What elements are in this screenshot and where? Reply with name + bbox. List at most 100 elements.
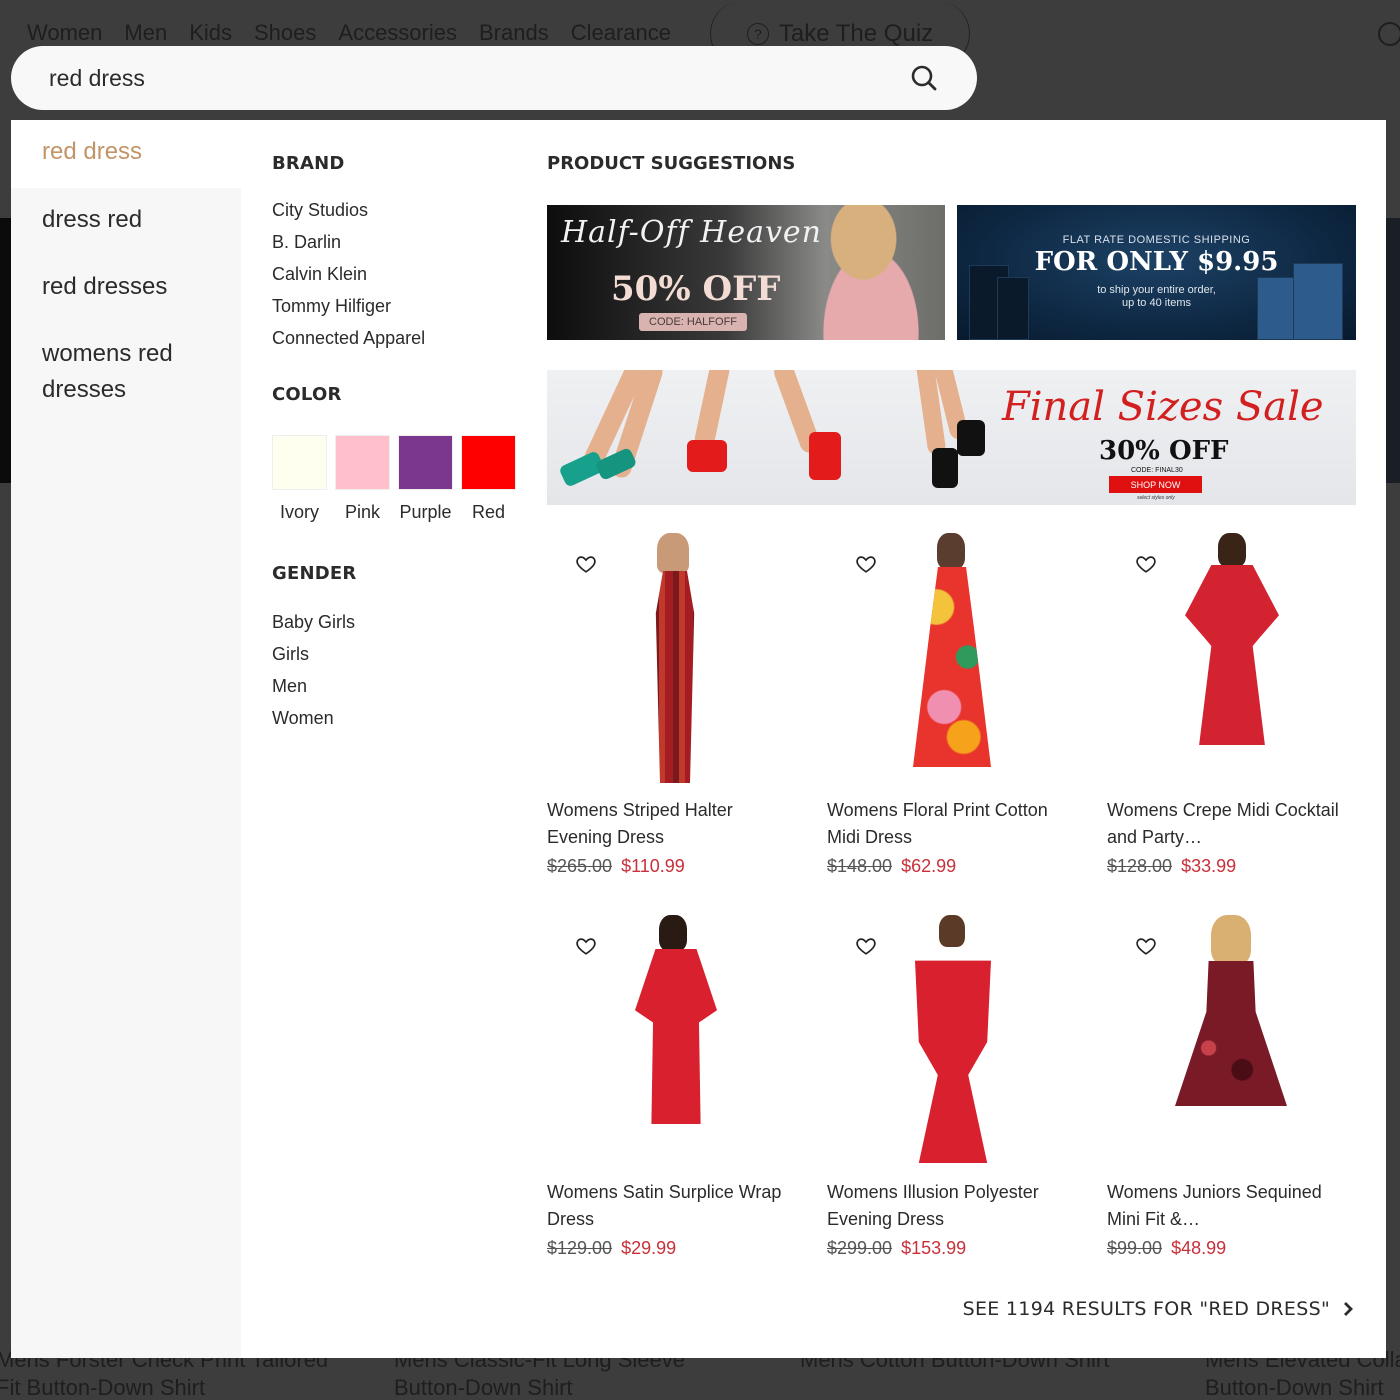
- sale-price: $62.99: [901, 856, 957, 876]
- dress-graphic: [1185, 565, 1279, 745]
- nav-men[interactable]: Men: [124, 20, 167, 46]
- see-all-label: SEE 1194 RESULTS FOR "RED DRESS": [962, 1298, 1330, 1320]
- product-title[interactable]: Womens Striped Halter Evening Dress: [547, 797, 796, 851]
- model-head: [939, 915, 965, 947]
- shoe-graphic: [932, 448, 958, 488]
- swatch-color: [335, 435, 390, 490]
- heart-icon[interactable]: [855, 935, 877, 957]
- brand-link[interactable]: Tommy Hilfiger: [272, 290, 532, 322]
- original-price: $128.00: [1107, 856, 1173, 876]
- dress-graphic: [655, 571, 695, 783]
- brand-link[interactable]: B. Darlin: [272, 226, 532, 258]
- color-swatches: Ivory Pink Purple Red: [272, 435, 532, 523]
- swatch-color: [461, 435, 516, 490]
- original-price: $299.00: [827, 1238, 893, 1258]
- banner-headline: 30% OFF: [1099, 436, 1229, 466]
- suggestion-item[interactable]: dress red: [11, 202, 241, 238]
- product-card[interactable]: Womens Floral Print Cotton Midi Dress $1…: [827, 533, 1107, 883]
- suggestion-item[interactable]: red dresses: [11, 269, 241, 305]
- original-price: $148.00: [827, 856, 893, 876]
- swatch-label: Purple: [399, 502, 452, 522]
- color-heading: COLOR: [272, 384, 342, 405]
- model-head: [1211, 915, 1251, 965]
- banner-headline: FOR ONLY $9.95: [1034, 247, 1279, 277]
- gender-link[interactable]: Girls: [272, 638, 532, 670]
- original-price: $129.00: [547, 1238, 613, 1258]
- price-row: $265.00 $110.99: [547, 856, 827, 877]
- model-head: [937, 533, 965, 569]
- banner-kicker: FLAT RATE DOMESTIC SHIPPING: [1062, 234, 1251, 246]
- brand-heading: BRAND: [272, 153, 345, 174]
- shop-now-button[interactable]: SHOP NOW: [1109, 476, 1202, 493]
- model-head: [1218, 533, 1246, 567]
- product-image: [1107, 915, 1356, 1170]
- color-swatch-pink[interactable]: Pink: [335, 435, 390, 523]
- heart-icon[interactable]: [575, 553, 597, 575]
- nav-shoes[interactable]: Shoes: [254, 20, 316, 46]
- original-price: $265.00: [547, 856, 613, 876]
- brand-link[interactable]: Calvin Klein: [272, 258, 532, 290]
- banner-script-title: Final Sizes Sale: [1002, 384, 1324, 430]
- search-input[interactable]: [49, 64, 909, 92]
- product-title[interactable]: Womens Juniors Sequined Mini Fit &…: [1107, 1179, 1356, 1233]
- heart-icon[interactable]: [575, 935, 597, 957]
- promo-banner-half-off[interactable]: Half-Off Heaven 50% OFF CODE: HALFOFF: [547, 205, 945, 340]
- gender-heading: GENDER: [272, 563, 357, 584]
- banner-subtext-line: to ship your entire order,: [1097, 284, 1216, 296]
- color-swatch-purple[interactable]: Purple: [398, 435, 453, 523]
- heart-icon[interactable]: [855, 553, 877, 575]
- search-bar: [11, 46, 977, 110]
- product-title[interactable]: Womens Floral Print Cotton Midi Dress: [827, 797, 1076, 851]
- banner-subtext: to ship your entire order, up to 40 item…: [957, 284, 1356, 310]
- product-image: [1107, 533, 1356, 788]
- quiz-label: Take The Quiz: [778, 19, 934, 47]
- nav-kids[interactable]: Kids: [189, 20, 232, 46]
- suggestion-item[interactable]: womens red dresses: [11, 336, 211, 408]
- shoe-graphic: [809, 432, 841, 480]
- product-title[interactable]: Womens Satin Surplice Wrap Dress: [547, 1179, 796, 1233]
- gender-list: Baby Girls Girls Men Women: [272, 606, 532, 734]
- gender-link[interactable]: Women: [272, 702, 532, 734]
- brand-list: City Studios B. Darlin Calvin Klein Tomm…: [272, 194, 532, 354]
- nav-clearance[interactable]: Clearance: [571, 20, 671, 46]
- banner-code: CODE: FINAL30: [1131, 467, 1183, 474]
- gender-link[interactable]: Men: [272, 670, 532, 702]
- see-all-results-link[interactable]: SEE 1194 RESULTS FOR "RED DRESS": [963, 1298, 1354, 1320]
- heart-icon[interactable]: [1135, 553, 1157, 575]
- product-card[interactable]: Womens Crepe Midi Cocktail and Party… $1…: [1107, 533, 1356, 883]
- promo-banner-shipping[interactable]: FLAT RATE DOMESTIC SHIPPING FOR ONLY $9.…: [957, 205, 1356, 340]
- chevron-right-icon: [1344, 1302, 1353, 1316]
- brand-link[interactable]: City Studios: [272, 194, 532, 226]
- product-card[interactable]: Womens Striped Halter Evening Dress $265…: [547, 533, 827, 883]
- product-title[interactable]: Womens Crepe Midi Cocktail and Party…: [1107, 797, 1356, 851]
- promo-banner-final-sizes[interactable]: Final Sizes Sale 30% OFF CODE: FINAL30 S…: [547, 370, 1356, 505]
- product-image: [547, 915, 796, 1170]
- search-submit-button[interactable]: [909, 63, 939, 93]
- price-row: $128.00 $33.99: [1107, 856, 1356, 877]
- color-swatch-red[interactable]: Red: [461, 435, 516, 523]
- color-swatch-ivory[interactable]: Ivory: [272, 435, 327, 523]
- product-card[interactable]: Womens Juniors Sequined Mini Fit &… $99.…: [1107, 915, 1356, 1265]
- nav-accessories[interactable]: Accessories: [338, 20, 457, 46]
- price-row: $129.00 $29.99: [547, 1238, 827, 1259]
- gender-link[interactable]: Baby Girls: [272, 606, 532, 638]
- product-title[interactable]: Womens Illusion Polyester Evening Dress: [827, 1179, 1076, 1233]
- nav-women[interactable]: Women: [27, 20, 102, 46]
- background-hero-edge: [1386, 218, 1400, 483]
- brand-link[interactable]: Connected Apparel: [272, 322, 532, 354]
- dress-graphic: [913, 567, 991, 767]
- nav-brands[interactable]: Brands: [479, 20, 549, 46]
- heart-icon[interactable]: [1135, 935, 1157, 957]
- search-autocomplete-panel: red dress dress red red dresses womens r…: [11, 120, 1386, 1358]
- main-nav: Women Men Kids Shoes Accessories Brands …: [27, 20, 671, 46]
- product-card[interactable]: Womens Illusion Polyester Evening Dress …: [827, 915, 1107, 1265]
- dress-graphic: [915, 960, 991, 1163]
- product-suggestions-heading: PRODUCT SUGGESTIONS: [547, 153, 796, 174]
- legs-photo: [692, 370, 732, 452]
- query-suggestions: red dress dress red red dresses womens r…: [11, 120, 241, 1358]
- product-card[interactable]: Womens Satin Surplice Wrap Dress $129.00…: [547, 915, 827, 1265]
- header-search-icon[interactable]: [1378, 22, 1400, 46]
- price-row: $99.00 $48.99: [1107, 1238, 1356, 1259]
- suggestion-item[interactable]: red dress: [11, 120, 241, 188]
- price-row: $148.00 $62.99: [827, 856, 1107, 877]
